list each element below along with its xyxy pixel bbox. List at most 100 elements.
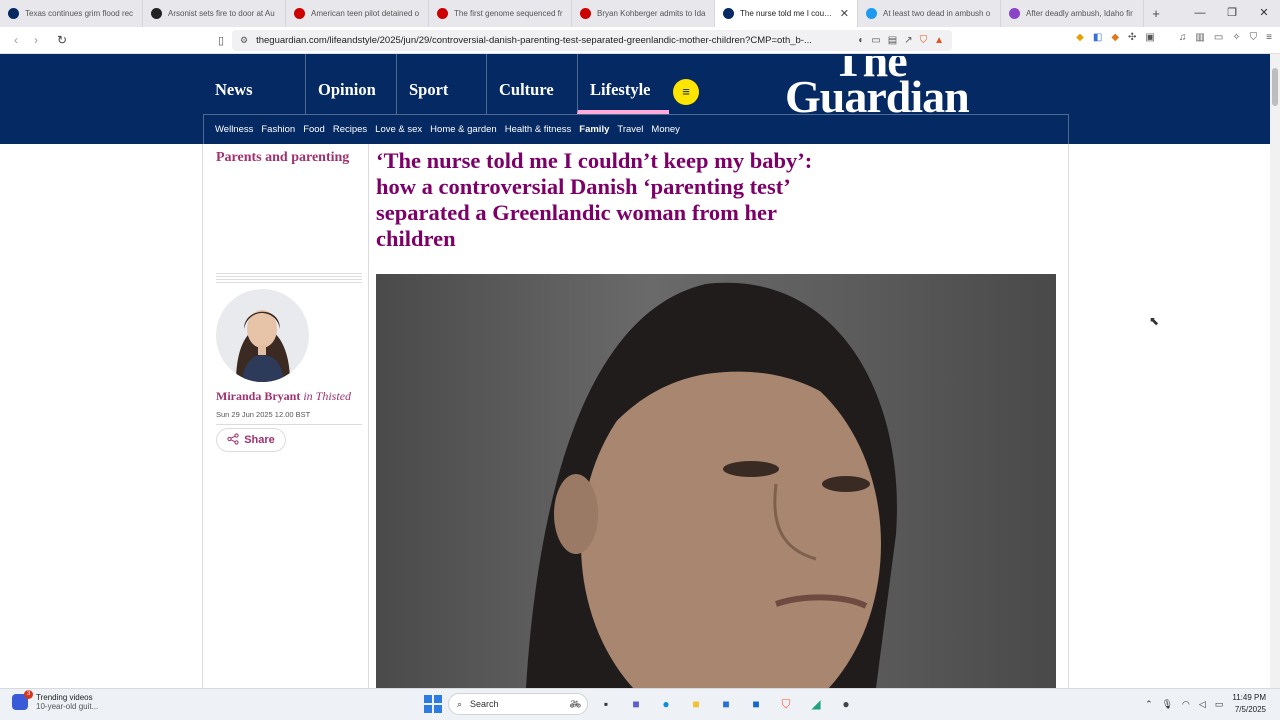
url-text[interactable]: theguardian.com/lifeandstyle/2025/jun/29… xyxy=(256,35,850,46)
subnav-item[interactable]: Family xyxy=(579,124,609,135)
media-icon[interactable]: ♫ xyxy=(1179,32,1187,43)
browser-tab[interactable]: Arsonist sets fire to door at Au xyxy=(143,0,286,27)
pillar-sport[interactable]: Sport xyxy=(396,54,486,114)
widgets-icon: 3 xyxy=(12,690,33,710)
browser-toolbar: ‹ › ↻ ▯ ⚙ theguardian.com/lifeandstyle/2… xyxy=(0,27,1280,54)
wifi-icon[interactable]: ◠ xyxy=(1182,699,1190,710)
subnav-item[interactable]: Money xyxy=(651,124,680,135)
tab-title: At least two dead in ambush o xyxy=(883,9,991,18)
browser-tab[interactable]: The nurse told me I couldn ✕ xyxy=(715,0,858,27)
battery-icon[interactable]: ▭ xyxy=(1215,699,1224,710)
puzzle-icon[interactable]: ✣ xyxy=(1128,32,1136,43)
forward-icon[interactable]: › xyxy=(26,33,46,47)
restore-icon[interactable]: ❐ xyxy=(1216,0,1248,27)
scrollbar-thumb[interactable] xyxy=(1272,68,1278,106)
close-tab-icon[interactable]: ✕ xyxy=(840,7,849,20)
subnav-item[interactable]: Health & fitness xyxy=(505,124,572,135)
browser-tab[interactable]: The first genome sequenced fr xyxy=(429,0,572,27)
dateline-location: in Thisted xyxy=(303,389,352,403)
tab-title: American teen pilot detained o xyxy=(311,9,420,18)
brave-rewards-icon[interactable]: ▲ xyxy=(934,35,944,46)
teams-icon[interactable]: ■ xyxy=(624,693,648,715)
window-controls: — ❐ ✕ xyxy=(1184,0,1280,27)
tab-title: After deadly ambush, Idaho fir xyxy=(1026,9,1133,18)
bicycle-icon: 🚲︎ xyxy=(569,698,581,709)
store-icon[interactable]: ■ xyxy=(714,693,738,715)
menu-icon[interactable]: ≡ xyxy=(1266,32,1272,43)
pillar-news[interactable]: News xyxy=(203,54,305,114)
clock-date: 7/5/2025 xyxy=(1234,705,1266,714)
publish-date[interactable]: Sun 29 Jun 2025 12.00 BST xyxy=(216,410,310,419)
address-bar[interactable]: ⚙ theguardian.com/lifeandstyle/2025/jun/… xyxy=(232,30,952,51)
outlook-icon[interactable]: ■ xyxy=(744,693,768,715)
translate-icon[interactable]: ◧ xyxy=(1093,32,1102,43)
subnav-item[interactable]: Travel xyxy=(617,124,643,135)
file-explorer-icon[interactable]: ■ xyxy=(684,693,708,715)
section-link[interactable]: Parents and parenting xyxy=(216,150,349,166)
menu-button[interactable]: ≡ xyxy=(673,79,699,105)
brave-shield-icon[interactable]: ⛉ xyxy=(920,35,928,46)
pillar-opinion[interactable]: Opinion xyxy=(305,54,396,114)
task-view-icon[interactable]: ▪ xyxy=(594,693,618,715)
tab-favicon-icon xyxy=(437,8,448,19)
author-name[interactable]: Miranda Bryant xyxy=(216,389,300,403)
leo-icon[interactable]: ✧ xyxy=(1232,32,1240,43)
browser-tab[interactable]: Bryan Kohberger admits to Ida xyxy=(572,0,715,27)
new-tab-icon[interactable]: + xyxy=(1144,6,1168,21)
share-label: Share xyxy=(244,434,275,446)
article-page: Parents and parenting ‘The nurse told me… xyxy=(0,144,1270,688)
close-window-icon[interactable]: ✕ xyxy=(1248,0,1280,27)
start-icon[interactable] xyxy=(424,695,442,713)
vpn-icon[interactable]: ⛉ xyxy=(1250,32,1258,43)
pillar-nav: News Opinion Sport Culture Lifestyle xyxy=(203,54,669,114)
extension-icon[interactable]: ◆ xyxy=(1076,32,1084,43)
site-settings-icon[interactable]: ⚙ xyxy=(240,35,248,46)
page-icon[interactable]: ▤ xyxy=(888,35,897,46)
trending-widget[interactable]: 3 Trending videos 10-year-old guit... xyxy=(12,690,98,711)
tab-title: Arsonist sets fire to door at Au xyxy=(168,9,275,18)
share-button[interactable]: Share xyxy=(216,428,286,452)
back-icon[interactable]: ‹ xyxy=(6,33,26,47)
brave-icon[interactable]: ⛉ xyxy=(774,693,798,715)
subnav-item[interactable]: Fashion xyxy=(261,124,295,135)
guardian-logo[interactable]: The Guardian xyxy=(785,56,970,120)
microphone-icon[interactable]: 🎙︎ xyxy=(1162,699,1173,710)
chevron-up-icon[interactable]: ⌃ xyxy=(1145,699,1153,710)
volume-icon[interactable]: ◁ xyxy=(1199,699,1206,710)
wallet-icon[interactable]: ▭ xyxy=(1214,32,1223,43)
pillar-culture[interactable]: Culture xyxy=(486,54,577,114)
page-scrollbar[interactable] xyxy=(1270,54,1280,688)
subnav-item[interactable]: Recipes xyxy=(333,124,367,135)
browser-tab[interactable]: American teen pilot detained o xyxy=(286,0,429,27)
browser-tab[interactable]: After deadly ambush, Idaho fir xyxy=(1001,0,1144,27)
browser-tab[interactable]: Texas continues grim flood rec xyxy=(0,0,143,27)
cast-icon[interactable]: ▭ xyxy=(871,35,880,46)
tab-title: The nurse told me I couldn xyxy=(740,9,834,18)
subnav-item[interactable]: Wellness xyxy=(215,124,253,135)
trending-title: Trending videos xyxy=(36,693,93,702)
subnav-item[interactable]: Home & garden xyxy=(430,124,497,135)
column-divider xyxy=(202,144,203,688)
browser-tab[interactable]: At least two dead in ambush o xyxy=(858,0,1001,27)
column-divider xyxy=(1068,144,1069,688)
tab-favicon-icon xyxy=(151,8,162,19)
author-avatar xyxy=(216,289,309,382)
tab-title: Texas continues grim flood rec xyxy=(25,9,134,18)
share-page-icon[interactable]: ↗ xyxy=(904,35,912,46)
edge-icon[interactable]: ● xyxy=(654,693,678,715)
app-icon[interactable]: ◢ xyxy=(804,693,828,715)
minimize-icon[interactable]: — xyxy=(1184,0,1216,27)
metamask-icon[interactable]: ◆ xyxy=(1111,32,1119,43)
site-header: News Opinion Sport Culture Lifestyle ≡ T… xyxy=(0,54,1270,144)
reload-icon[interactable]: ↻ xyxy=(52,33,72,47)
screenshot-icon[interactable]: ▣ xyxy=(1145,32,1154,43)
sidebar-icon[interactable]: ▥ xyxy=(1195,32,1204,43)
pillar-lifestyle[interactable]: Lifestyle xyxy=(577,54,669,114)
clock[interactable]: 11:49 PM 7/5/2025 xyxy=(1232,692,1266,716)
subnav-item[interactable]: Food xyxy=(303,124,325,135)
mouse-cursor: ⬉ xyxy=(1149,314,1160,328)
taskbar-search[interactable]: ⌕ Search 🚲︎ xyxy=(448,693,588,715)
subnav-item[interactable]: Love & sex xyxy=(375,124,422,135)
app-icon[interactable]: ● xyxy=(834,693,858,715)
reader-icon[interactable]: ◐ xyxy=(858,35,864,46)
